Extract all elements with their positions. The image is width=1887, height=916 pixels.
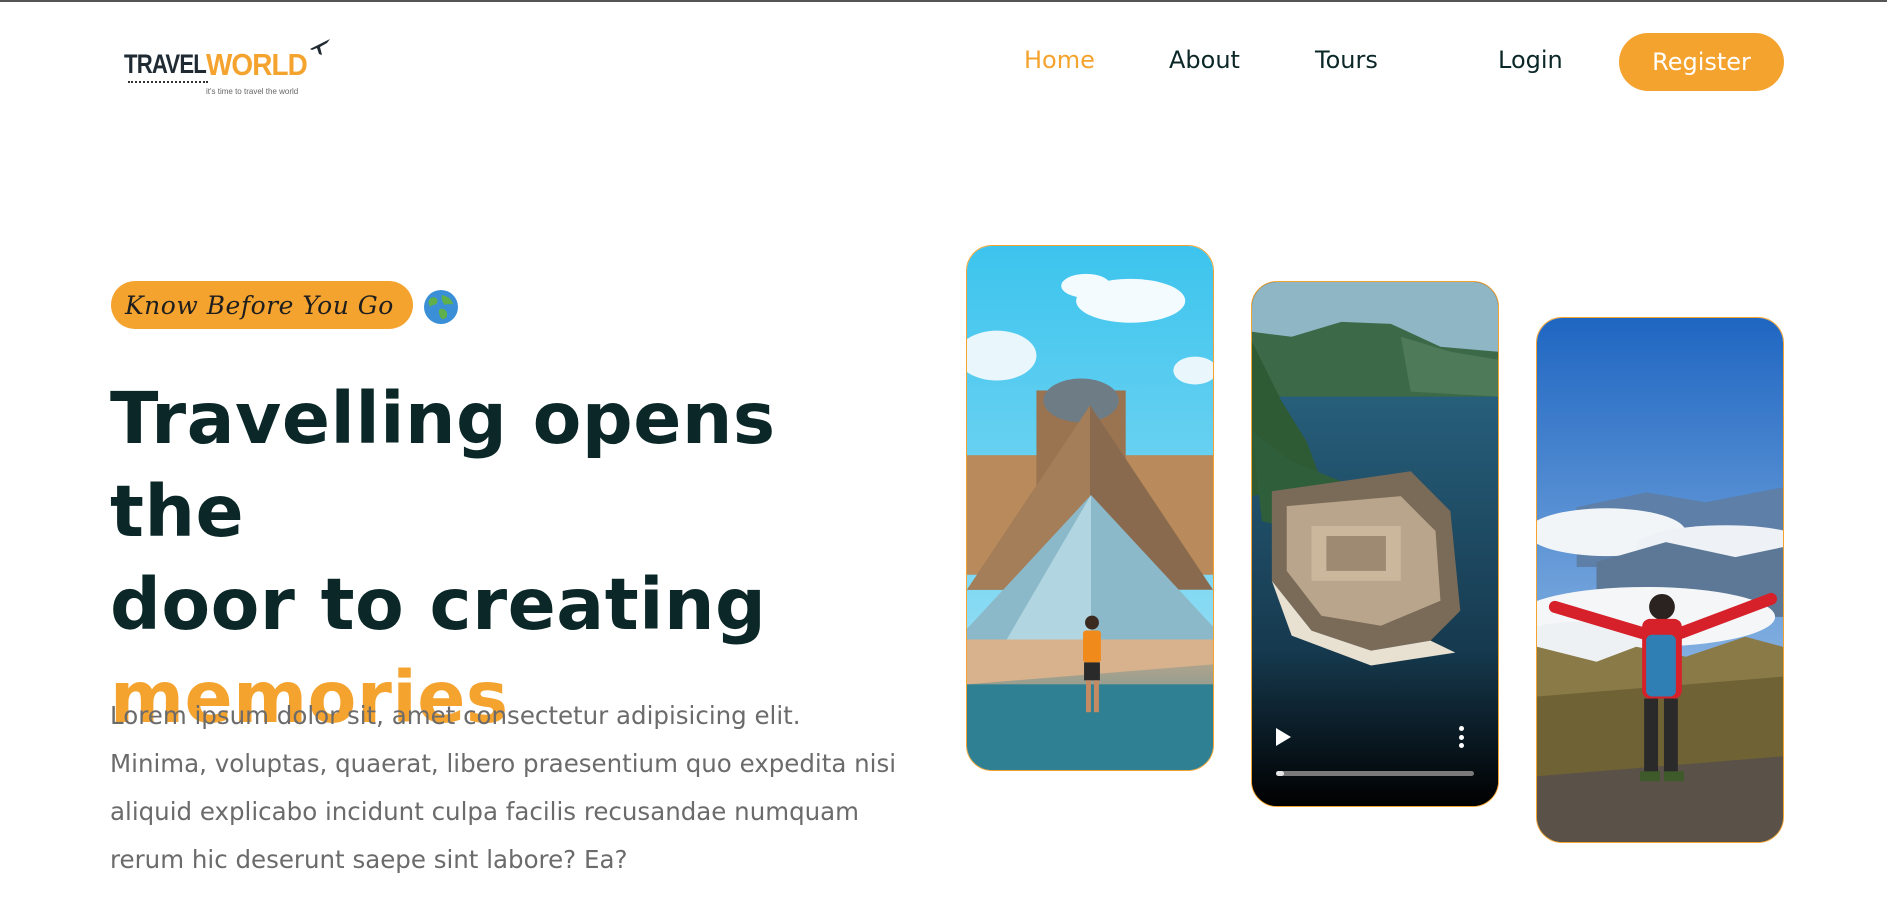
- logo-flight-path: [128, 81, 208, 83]
- video-controls: [1252, 706, 1498, 806]
- hero-subtitle-badge: Know Before You Go: [111, 281, 413, 329]
- video-progress-bar[interactable]: [1276, 771, 1474, 776]
- more-options-icon[interactable]: [1458, 726, 1464, 748]
- airplane-icon: [310, 39, 330, 55]
- login-link[interactable]: Login: [1498, 46, 1563, 74]
- play-icon[interactable]: [1276, 728, 1291, 746]
- nav-link-home[interactable]: Home: [1024, 46, 1095, 74]
- louvre-photo: [967, 246, 1213, 770]
- globe-icon: [424, 290, 458, 324]
- travelworld-logo[interactable]: TRAVEL WORLD it's time to travel the wor…: [122, 35, 332, 105]
- logo-text-travel: TRAVEL: [124, 49, 207, 79]
- hero-headline-line-2: door to creating: [110, 563, 767, 646]
- hero-image-hiker: [1536, 317, 1784, 843]
- register-button[interactable]: Register: [1619, 33, 1784, 91]
- logo-text-world: WORLD: [206, 47, 308, 82]
- site-header: TRAVEL WORLD it's time to travel the wor…: [0, 2, 1887, 122]
- hero-headline-line-1: Travelling opens the: [110, 377, 776, 553]
- hero-video[interactable]: [1251, 281, 1499, 807]
- hero-headline: Travelling opens the door to creating me…: [110, 372, 910, 744]
- nav-link-tours[interactable]: Tours: [1315, 46, 1378, 74]
- video-progress-fill: [1276, 771, 1284, 776]
- hero-description: Lorem ipsum dolor sit, amet consectetur …: [110, 701, 897, 874]
- hero-image-louvre: [966, 245, 1214, 771]
- hiker-photo: [1537, 318, 1783, 842]
- hero-subtitle: Know Before You Go: [125, 290, 394, 320]
- logo-tagline: it's time to travel the world: [206, 87, 299, 96]
- nav-link-about[interactable]: About: [1169, 46, 1240, 74]
